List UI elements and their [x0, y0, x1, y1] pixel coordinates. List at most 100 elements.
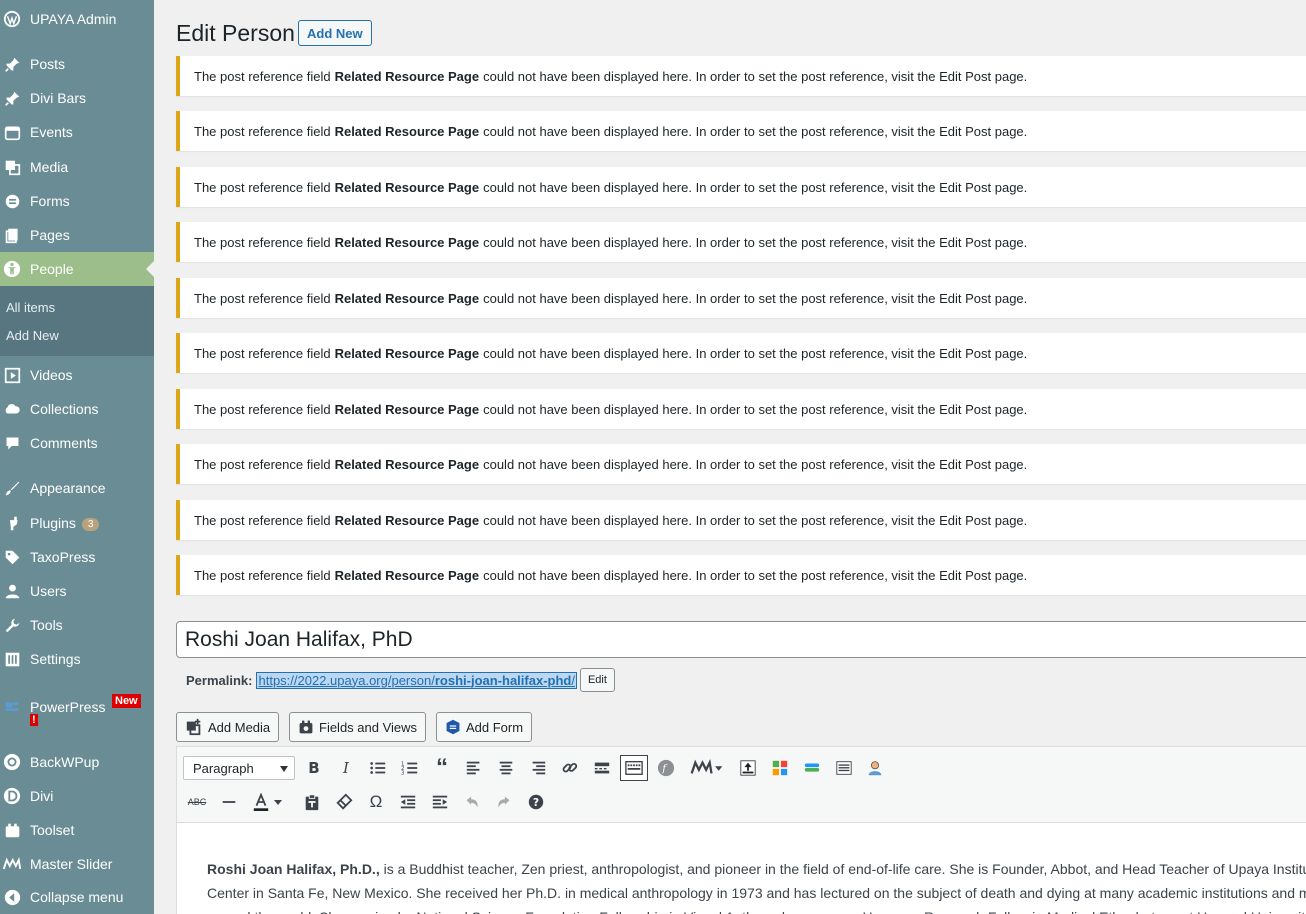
divi-icon: [3, 787, 21, 805]
bullet-list-icon[interactable]: [366, 756, 390, 780]
notice-text-pre: The post reference field: [194, 456, 331, 472]
sidebar-site-title[interactable]: UPAYA Admin: [0, 4, 154, 34]
sidebar-item-people[interactable]: People: [0, 252, 154, 286]
undo-icon[interactable]: [460, 790, 484, 814]
bold-icon[interactable]: B: [302, 756, 326, 780]
align-left-icon[interactable]: [462, 756, 486, 780]
strikethrough-icon[interactable]: ABC: [185, 790, 209, 814]
sidebar-item-posts[interactable]: Posts: [0, 49, 154, 79]
editor-content[interactable]: Roshi Joan Halifax, Ph.D., is a Buddhist…: [207, 857, 1306, 914]
formidable-icon[interactable]: f: [654, 756, 678, 780]
add-form-button[interactable]: Add Form: [436, 712, 533, 742]
wrench-icon: [3, 616, 21, 634]
text-color-dropdown-icon[interactable]: [271, 790, 285, 814]
powerpress-new-badge: New: [112, 694, 141, 708]
sidebar-item-appearance[interactable]: Appearance: [0, 473, 154, 503]
sidebar-item-tools[interactable]: Tools: [0, 610, 154, 640]
post-title-input[interactable]: Roshi Joan Halifax, PhD: [176, 621, 1306, 658]
sidebar-item-divi[interactable]: Divi: [0, 781, 154, 811]
sidebar-item-label: Divi Bars: [30, 90, 87, 106]
link-icon[interactable]: [558, 756, 582, 780]
sidebar-item-label: Master Slider: [30, 856, 113, 872]
svg-text:3: 3: [401, 770, 404, 776]
user-icon: [3, 582, 21, 600]
notice-warning: The post reference field Related Resource…: [176, 222, 1306, 262]
sidebar-item-label: Settings: [30, 651, 81, 667]
sidebar-item-events[interactable]: Events: [0, 117, 154, 147]
clear-formatting-icon[interactable]: [332, 790, 356, 814]
numbered-list-icon[interactable]: 123: [398, 756, 422, 780]
indent-icon[interactable]: [428, 790, 452, 814]
upload-icon[interactable]: [736, 756, 760, 780]
backup-icon: [3, 753, 21, 771]
table-icon[interactable]: [832, 756, 856, 780]
notice-text-post: could not have been displayed here. In o…: [483, 123, 1028, 139]
notice-text-pre: The post reference field: [194, 68, 331, 84]
master-slider-icon[interactable]: [689, 756, 725, 780]
horizontal-line-icon[interactable]: [217, 790, 241, 814]
sidebar-item-users[interactable]: Users: [0, 576, 154, 606]
form-icon: [445, 719, 461, 735]
outdent-icon[interactable]: [396, 790, 420, 814]
sidebar-item-label: Divi: [30, 788, 54, 804]
sidebar-item-plugins[interactable]: Plugins 3: [0, 508, 154, 538]
sidebar-item-label: Appearance: [30, 480, 106, 496]
cloud-icon: [3, 400, 21, 418]
sidebar-item-collections[interactable]: Collections: [0, 394, 154, 424]
help-icon[interactable]: ?: [524, 790, 548, 814]
sidebar-item-forms[interactable]: Forms: [0, 186, 154, 216]
notice-text-pre: The post reference field: [194, 512, 331, 528]
submenu-add-new[interactable]: Add New: [6, 328, 59, 343]
special-character-icon[interactable]: Ω: [364, 790, 388, 814]
sidebar-item-label: Tools: [30, 617, 63, 633]
wordpress-icon: [3, 10, 21, 28]
fields-and-views-button[interactable]: Fields and Views: [289, 712, 427, 742]
permalink-link[interactable]: https://2022.upaya.org/person/roshi-joan…: [256, 671, 577, 689]
fields-and-views-label: Fields and Views: [319, 719, 418, 735]
plugins-label: Plugins: [30, 515, 76, 531]
sidebar-item-settings[interactable]: Settings: [0, 644, 154, 674]
sidebar-item-divi-bars[interactable]: Divi Bars: [0, 83, 154, 113]
media-icon: [3, 158, 21, 176]
read-more-icon[interactable]: [590, 756, 614, 780]
stack-icon[interactable]: [800, 756, 824, 780]
sidebar-item-backwpup[interactable]: BackWPup: [0, 747, 154, 777]
align-right-icon[interactable]: [526, 756, 550, 780]
content-editor: Paragraph B I 123 “ f ABC Ω ? Roshi Joan…: [176, 746, 1306, 914]
add-new-button[interactable]: Add New: [298, 20, 372, 46]
powerpress-alert-badge: !: [30, 714, 38, 726]
sidebar-item-taxopress[interactable]: TaxoPress: [0, 542, 154, 572]
notice-warning: The post reference field Related Resource…: [176, 167, 1306, 207]
notice-field-name: Related Resource Page: [334, 401, 480, 417]
sidebar-item-master-slider[interactable]: Master Slider: [0, 849, 154, 879]
paste-text-icon[interactable]: [300, 790, 324, 814]
add-media-button[interactable]: Add Media: [176, 712, 280, 742]
permalink-edit-button[interactable]: Edit: [579, 668, 615, 692]
format-select[interactable]: Paragraph: [183, 756, 295, 780]
sidebar-item-toolset[interactable]: Toolset: [0, 815, 154, 845]
color-blocks-icon[interactable]: [768, 756, 792, 780]
content-line: around the world. She received a Nationa…: [207, 905, 1306, 914]
notice-field-name: Related Resource Page: [334, 512, 480, 528]
sidebar-collapse-menu[interactable]: Collapse menu: [0, 882, 154, 912]
notice-text-post: could not have been displayed here. In o…: [483, 567, 1028, 583]
site-title-label: UPAYA Admin: [30, 11, 117, 27]
text-color-icon[interactable]: [249, 790, 273, 814]
sidebar-item-media[interactable]: Media: [0, 152, 154, 182]
align-center-icon[interactable]: [494, 756, 518, 780]
submenu-all-items[interactable]: All items: [6, 300, 55, 315]
notice-text-pre: The post reference field: [194, 123, 331, 139]
toolbar-toggle-icon[interactable]: [620, 755, 648, 781]
user-profile-icon[interactable]: [863, 756, 887, 780]
sidebar-item-pages[interactable]: Pages: [0, 220, 154, 250]
notice-text-post: could not have been displayed here. In o…: [483, 179, 1028, 195]
sidebar-item-label: Events: [30, 124, 73, 140]
pin-icon: [3, 55, 21, 73]
redo-icon[interactable]: [492, 790, 516, 814]
sidebar-item-comments[interactable]: Comments: [0, 428, 154, 458]
editor-toolbar: Paragraph B I 123 “ f ABC Ω ?: [177, 747, 1306, 823]
notice-text-pre: The post reference field: [194, 179, 331, 195]
blockquote-icon[interactable]: “: [430, 754, 454, 781]
sidebar-item-videos[interactable]: Videos: [0, 360, 154, 390]
italic-icon[interactable]: I: [334, 756, 358, 780]
